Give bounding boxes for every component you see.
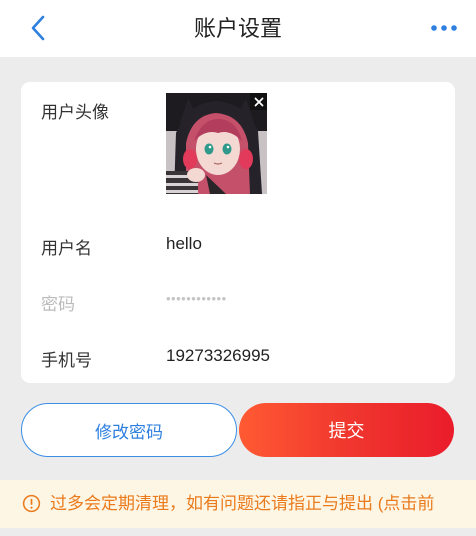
account-form-card: 用户头像 用户名 hello 密码 •••••••••••• 手机号 19273… (21, 82, 455, 383)
chevron-left-icon (31, 15, 45, 41)
close-icon (254, 97, 263, 106)
more-dots-icon (431, 25, 457, 31)
page-title: 账户设置 (193, 16, 282, 41)
phone-label: 手机号 (41, 351, 92, 370)
notice-marquee: 过多会定期清理，如有问题还请指正与提出 (点击前 (50, 480, 476, 528)
password-label: 密码 (41, 295, 75, 314)
username-value[interactable]: hello (166, 234, 202, 254)
remove-avatar-button[interactable] (250, 93, 267, 110)
avatar-label: 用户头像 (41, 103, 109, 122)
avatar[interactable] (166, 93, 267, 194)
username-label: 用户名 (41, 239, 92, 258)
password-value: •••••••••••• (166, 291, 227, 306)
more-button[interactable] (428, 14, 460, 42)
phone-value[interactable]: 19273326995 (166, 346, 270, 366)
submit-button[interactable]: 提交 (239, 403, 454, 457)
notice-text: 过多会定期清理，如有问题还请指正与提出 (点击前 (50, 494, 435, 513)
info-circle-icon (22, 494, 41, 513)
top-nav-bar: 账户设置 (0, 0, 476, 57)
change-password-button[interactable]: 修改密码 (21, 403, 237, 457)
notice-bar[interactable]: 过多会定期清理，如有问题还请指正与提出 (点击前 (0, 480, 476, 528)
back-button[interactable] (24, 14, 52, 42)
